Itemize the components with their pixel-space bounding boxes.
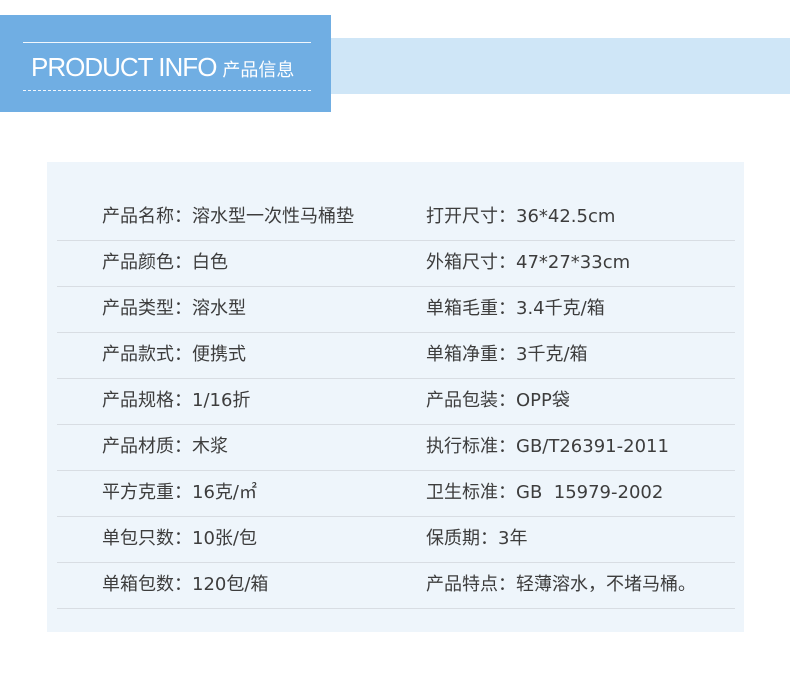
spec-separator: ： bbox=[498, 574, 516, 595]
spec-row: 产品款式：便携式 单箱净重：3千克/箱 bbox=[57, 332, 735, 379]
spec-label: 平方克重 bbox=[102, 482, 174, 503]
spec-right: 产品特点：轻薄溶水，不堵马桶。 bbox=[426, 562, 696, 608]
spec-separator: ： bbox=[174, 528, 192, 549]
spec-separator: ： bbox=[174, 298, 192, 319]
spec-value: 3.4千克/箱 bbox=[516, 298, 605, 319]
spec-value: 47*27*33cm bbox=[516, 252, 631, 273]
spec-value: 3年 bbox=[498, 528, 528, 549]
spec-value: 16克/㎡ bbox=[192, 482, 257, 503]
spec-separator: ： bbox=[174, 482, 192, 503]
product-info-table: 产品名称：溶水型一次性马桶垫 打开尺寸：36*42.5cm 产品颜色：白色 外箱… bbox=[47, 162, 744, 632]
spec-label: 保质期 bbox=[426, 528, 480, 549]
spec-separator: ： bbox=[498, 344, 516, 365]
spec-left: 产品类型：溶水型 bbox=[102, 286, 246, 332]
spec-label: 产品类型 bbox=[102, 298, 174, 319]
spec-row: 产品名称：溶水型一次性马桶垫 打开尺寸：36*42.5cm bbox=[57, 194, 735, 241]
spec-left: 产品规格：1/16折 bbox=[102, 378, 250, 424]
spec-value: GB 15979-2002 bbox=[516, 482, 664, 503]
spec-separator: ： bbox=[498, 390, 516, 411]
spec-left: 单包只数：10张/包 bbox=[102, 516, 257, 562]
spec-right: 单箱净重：3千克/箱 bbox=[426, 332, 588, 378]
spec-value: 10张/包 bbox=[192, 528, 257, 549]
spec-right: 执行标准：GB/T26391-2011 bbox=[426, 424, 669, 470]
spec-left: 平方克重：16克/㎡ bbox=[102, 470, 257, 516]
section-header: PRODUCT INFO 产品信息 bbox=[0, 15, 331, 112]
header-divider-bottom bbox=[23, 90, 311, 91]
spec-label: 卫生标准 bbox=[426, 482, 498, 503]
spec-label: 产品名称 bbox=[102, 206, 174, 227]
spec-label: 产品款式 bbox=[102, 344, 174, 365]
spec-value: OPP袋 bbox=[516, 390, 570, 411]
spec-label: 产品特点 bbox=[426, 574, 498, 595]
spec-right: 保质期：3年 bbox=[426, 516, 527, 562]
spec-row: 平方克重：16克/㎡ 卫生标准：GB 15979-2002 bbox=[57, 470, 735, 517]
spec-label: 产品颜色 bbox=[102, 252, 174, 273]
spec-label: 单箱毛重 bbox=[426, 298, 498, 319]
spec-separator: ： bbox=[498, 252, 516, 273]
spec-value: 白色 bbox=[192, 252, 228, 273]
spec-separator: ： bbox=[174, 252, 192, 273]
spec-separator: ： bbox=[498, 298, 516, 319]
spec-left: 产品名称：溶水型一次性马桶垫 bbox=[102, 194, 354, 240]
spec-value: 溶水型一次性马桶垫 bbox=[192, 206, 354, 227]
spec-separator: ： bbox=[174, 574, 192, 595]
spec-separator: ： bbox=[498, 482, 516, 503]
spec-label: 执行标准 bbox=[426, 436, 498, 457]
spec-row: 产品材质：木浆 执行标准：GB/T26391-2011 bbox=[57, 424, 735, 471]
spec-label: 单箱净重 bbox=[426, 344, 498, 365]
header-band bbox=[330, 38, 790, 94]
spec-label: 单箱包数 bbox=[102, 574, 174, 595]
spec-separator: ： bbox=[498, 436, 516, 457]
section-title-en: PRODUCT INFO bbox=[31, 52, 217, 82]
spec-value: 轻薄溶水，不堵马桶。 bbox=[516, 574, 696, 595]
spec-label: 产品包装 bbox=[426, 390, 498, 411]
header-divider-top bbox=[23, 42, 311, 43]
spec-right: 单箱毛重：3.4千克/箱 bbox=[426, 286, 605, 332]
spec-value: 便携式 bbox=[192, 344, 246, 365]
spec-label: 外箱尺寸 bbox=[426, 252, 498, 273]
spec-label: 单包只数 bbox=[102, 528, 174, 549]
spec-separator: ： bbox=[480, 528, 498, 549]
spec-value: GB/T26391-2011 bbox=[516, 436, 669, 457]
spec-row: 产品规格：1/16折 产品包装：OPP袋 bbox=[57, 378, 735, 425]
spec-label: 产品规格 bbox=[102, 390, 174, 411]
spec-value: 溶水型 bbox=[192, 298, 246, 319]
spec-row: 产品颜色：白色 外箱尺寸：47*27*33cm bbox=[57, 240, 735, 287]
spec-row: 单包只数：10张/包 保质期：3年 bbox=[57, 516, 735, 563]
spec-value: 3千克/箱 bbox=[516, 344, 588, 365]
spec-separator: ： bbox=[174, 436, 192, 457]
spec-right: 外箱尺寸：47*27*33cm bbox=[426, 240, 630, 286]
spec-value: 36*42.5cm bbox=[516, 206, 616, 227]
spec-separator: ： bbox=[174, 390, 192, 411]
spec-left: 产品材质：木浆 bbox=[102, 424, 228, 470]
spec-row: 产品类型：溶水型 单箱毛重：3.4千克/箱 bbox=[57, 286, 735, 333]
spec-left: 单箱包数：120包/箱 bbox=[102, 562, 268, 608]
spec-label: 打开尺寸 bbox=[426, 206, 498, 227]
spec-value: 木浆 bbox=[192, 436, 228, 457]
spec-left: 产品颜色：白色 bbox=[102, 240, 228, 286]
section-title: PRODUCT INFO 产品信息 bbox=[31, 49, 294, 85]
section-title-cn: 产品信息 bbox=[222, 60, 295, 81]
spec-value: 120包/箱 bbox=[192, 574, 269, 595]
spec-right: 产品包装：OPP袋 bbox=[426, 378, 570, 424]
spec-left: 产品款式：便携式 bbox=[102, 332, 246, 378]
spec-value: 1/16折 bbox=[192, 390, 251, 411]
spec-separator: ： bbox=[174, 344, 192, 365]
spec-label: 产品材质 bbox=[102, 436, 174, 457]
spec-right: 卫生标准：GB 15979-2002 bbox=[426, 470, 663, 516]
spec-separator: ： bbox=[498, 206, 516, 227]
spec-separator: ： bbox=[174, 206, 192, 227]
spec-row: 单箱包数：120包/箱 产品特点：轻薄溶水，不堵马桶。 bbox=[57, 562, 735, 609]
spec-right: 打开尺寸：36*42.5cm bbox=[426, 194, 615, 240]
